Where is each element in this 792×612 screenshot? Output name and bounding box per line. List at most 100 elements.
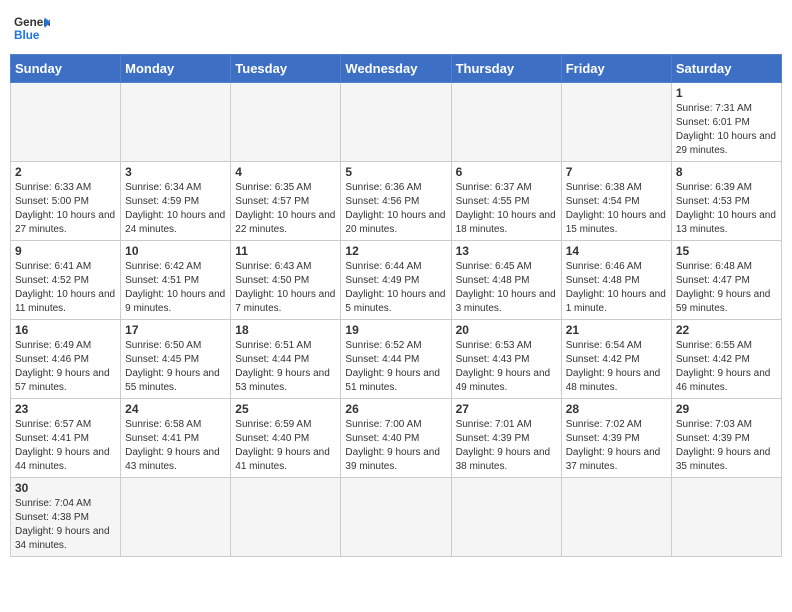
calendar-cell: 12 Sunrise: 6:44 AM Sunset: 4:49 PM Dayli…: [341, 241, 451, 320]
day-number: 26: [345, 402, 446, 416]
calendar-cell: 9 Sunrise: 6:41 AM Sunset: 4:52 PM Daylig…: [11, 241, 121, 320]
calendar-week-4: 16 Sunrise: 6:49 AM Sunset: 4:46 PM Dayli…: [11, 320, 782, 399]
day-number: 5: [345, 165, 446, 179]
day-info: Sunrise: 6:50 AM Sunset: 4:45 PM Dayligh…: [125, 339, 226, 395]
day-number: 25: [235, 402, 336, 416]
calendar-cell: 2 Sunrise: 6:33 AM Sunset: 5:00 PM Daylig…: [11, 162, 121, 241]
day-info: Sunrise: 7:00 AM Sunset: 4:40 PM Dayligh…: [345, 418, 446, 474]
calendar-cell: 13Sunrise: 6:45 AM Sunset: 4:48 PM Dayli…: [451, 241, 561, 320]
calendar-cell: 16 Sunrise: 6:49 AM Sunset: 4:46 PM Dayli…: [11, 320, 121, 399]
logo-icon: General Blue: [14, 10, 50, 46]
calendar-cell: 29 Sunrise: 7:03 AM Sunset: 4:39 PM Dayli…: [671, 399, 781, 478]
day-info: Sunrise: 6:37 AM Sunset: 4:55 PM Dayligh…: [456, 181, 557, 237]
calendar-cell: [341, 478, 451, 557]
day-number: 19: [345, 323, 446, 337]
day-info: Sunrise: 7:01 AM Sunset: 4:39 PM Dayligh…: [456, 418, 557, 474]
day-info: Sunrise: 7:31 AM Sunset: 6:01 PM Dayligh…: [676, 102, 777, 158]
weekday-header-thursday: Thursday: [451, 55, 561, 83]
logo: General Blue: [14, 10, 50, 46]
calendar-week-2: 2 Sunrise: 6:33 AM Sunset: 5:00 PM Daylig…: [11, 162, 782, 241]
day-info: Sunrise: 6:54 AM Sunset: 4:42 PM Dayligh…: [566, 339, 667, 395]
calendar-cell: 10 Sunrise: 6:42 AM Sunset: 4:51 PM Dayli…: [121, 241, 231, 320]
calendar-cell: [121, 83, 231, 162]
day-number: 6: [456, 165, 557, 179]
calendar-cell: 25Sunrise: 6:59 AM Sunset: 4:40 PM Dayli…: [231, 399, 341, 478]
calendar-cell: [561, 478, 671, 557]
calendar-cell: 28 Sunrise: 7:02 AM Sunset: 4:39 PM Dayli…: [561, 399, 671, 478]
day-info: Sunrise: 6:52 AM Sunset: 4:44 PM Dayligh…: [345, 339, 446, 395]
day-number: 12: [345, 244, 446, 258]
calendar-cell: 23Sunrise: 6:57 AM Sunset: 4:41 PM Dayli…: [11, 399, 121, 478]
day-info: Sunrise: 6:43 AM Sunset: 4:50 PM Dayligh…: [235, 260, 336, 316]
day-number: 14: [566, 244, 667, 258]
day-number: 29: [676, 402, 777, 416]
calendar-cell: [451, 478, 561, 557]
calendar-cell: 20Sunrise: 6:53 AM Sunset: 4:43 PM Dayli…: [451, 320, 561, 399]
day-number: 1: [676, 86, 777, 100]
day-info: Sunrise: 6:42 AM Sunset: 4:51 PM Dayligh…: [125, 260, 226, 316]
weekday-header-monday: Monday: [121, 55, 231, 83]
weekday-header-wednesday: Wednesday: [341, 55, 451, 83]
day-number: 3: [125, 165, 226, 179]
day-info: Sunrise: 6:49 AM Sunset: 4:46 PM Dayligh…: [15, 339, 116, 395]
day-number: 10: [125, 244, 226, 258]
day-info: Sunrise: 6:55 AM Sunset: 4:42 PM Dayligh…: [676, 339, 777, 395]
page-header: General Blue: [10, 10, 782, 46]
day-number: 11: [235, 244, 336, 258]
day-number: 4: [235, 165, 336, 179]
day-info: Sunrise: 6:51 AM Sunset: 4:44 PM Dayligh…: [235, 339, 336, 395]
day-info: Sunrise: 6:39 AM Sunset: 4:53 PM Dayligh…: [676, 181, 777, 237]
day-number: 24: [125, 402, 226, 416]
calendar-cell: 21 Sunrise: 6:54 AM Sunset: 4:42 PM Dayli…: [561, 320, 671, 399]
day-number: 30: [15, 481, 116, 495]
day-number: 7: [566, 165, 667, 179]
day-info: Sunrise: 7:02 AM Sunset: 4:39 PM Dayligh…: [566, 418, 667, 474]
day-number: 21: [566, 323, 667, 337]
calendar-cell: 5 Sunrise: 6:36 AM Sunset: 4:56 PM Daylig…: [341, 162, 451, 241]
day-number: 28: [566, 402, 667, 416]
day-number: 16: [15, 323, 116, 337]
calendar-cell: [671, 478, 781, 557]
calendar-cell: [561, 83, 671, 162]
calendar-cell: 8Sunrise: 6:39 AM Sunset: 4:53 PM Daylig…: [671, 162, 781, 241]
calendar-cell: 11 Sunrise: 6:43 AM Sunset: 4:50 PM Dayli…: [231, 241, 341, 320]
day-info: Sunrise: 7:03 AM Sunset: 4:39 PM Dayligh…: [676, 418, 777, 474]
day-info: Sunrise: 6:38 AM Sunset: 4:54 PM Dayligh…: [566, 181, 667, 237]
svg-text:Blue: Blue: [14, 29, 40, 42]
weekday-header-sunday: Sunday: [11, 55, 121, 83]
calendar-cell: [341, 83, 451, 162]
calendar-cell: 27 Sunrise: 7:01 AM Sunset: 4:39 PM Dayli…: [451, 399, 561, 478]
day-info: Sunrise: 6:58 AM Sunset: 4:41 PM Dayligh…: [125, 418, 226, 474]
calendar-cell: [231, 478, 341, 557]
calendar-cell: [121, 478, 231, 557]
day-number: 27: [456, 402, 557, 416]
calendar-table: SundayMondayTuesdayWednesdayThursdayFrid…: [10, 54, 782, 557]
calendar-cell: 15Sunrise: 6:48 AM Sunset: 4:47 PM Dayli…: [671, 241, 781, 320]
calendar-cell: 19 Sunrise: 6:52 AM Sunset: 4:44 PM Dayli…: [341, 320, 451, 399]
day-info: Sunrise: 6:35 AM Sunset: 4:57 PM Dayligh…: [235, 181, 336, 237]
calendar-cell: 14Sunrise: 6:46 AM Sunset: 4:48 PM Dayli…: [561, 241, 671, 320]
day-number: 20: [456, 323, 557, 337]
day-number: 17: [125, 323, 226, 337]
calendar-week-1: 1 Sunrise: 7:31 AM Sunset: 6:01 PM Daylig…: [11, 83, 782, 162]
weekday-header-friday: Friday: [561, 55, 671, 83]
day-info: Sunrise: 6:36 AM Sunset: 4:56 PM Dayligh…: [345, 181, 446, 237]
day-number: 2: [15, 165, 116, 179]
calendar-cell: [11, 83, 121, 162]
calendar-cell: 24 Sunrise: 6:58 AM Sunset: 4:41 PM Dayli…: [121, 399, 231, 478]
day-info: Sunrise: 6:44 AM Sunset: 4:49 PM Dayligh…: [345, 260, 446, 316]
calendar-cell: 7 Sunrise: 6:38 AM Sunset: 4:54 PM Daylig…: [561, 162, 671, 241]
day-number: 13: [456, 244, 557, 258]
day-info: Sunrise: 7:04 AM Sunset: 4:38 PM Dayligh…: [15, 497, 116, 553]
weekday-header-tuesday: Tuesday: [231, 55, 341, 83]
weekday-header-row: SundayMondayTuesdayWednesdayThursdayFrid…: [11, 55, 782, 83]
calendar-cell: 6 Sunrise: 6:37 AM Sunset: 4:55 PM Daylig…: [451, 162, 561, 241]
day-info: Sunrise: 6:33 AM Sunset: 5:00 PM Dayligh…: [15, 181, 116, 237]
day-number: 9: [15, 244, 116, 258]
calendar-week-5: 23Sunrise: 6:57 AM Sunset: 4:41 PM Dayli…: [11, 399, 782, 478]
calendar-cell: 3Sunrise: 6:34 AM Sunset: 4:59 PM Daylig…: [121, 162, 231, 241]
day-info: Sunrise: 6:41 AM Sunset: 4:52 PM Dayligh…: [15, 260, 116, 316]
day-info: Sunrise: 6:48 AM Sunset: 4:47 PM Dayligh…: [676, 260, 777, 316]
calendar-cell: 22Sunrise: 6:55 AM Sunset: 4:42 PM Dayli…: [671, 320, 781, 399]
calendar-cell: 30 Sunrise: 7:04 AM Sunset: 4:38 PM Dayli…: [11, 478, 121, 557]
